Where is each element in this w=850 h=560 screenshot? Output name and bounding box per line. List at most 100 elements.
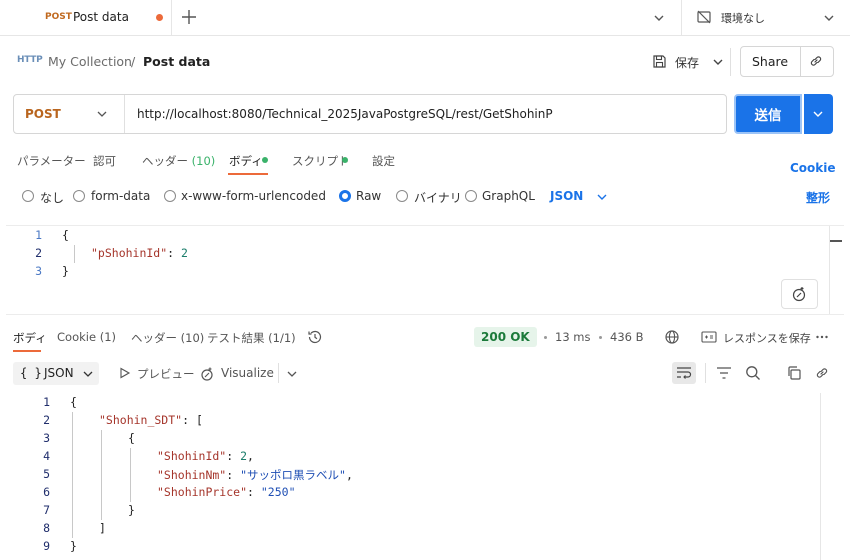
save-icon[interactable] bbox=[652, 54, 667, 69]
send-chevron-down-icon[interactable] bbox=[812, 108, 824, 120]
send-button[interactable]: 送信 bbox=[734, 94, 802, 134]
json-string: "250" bbox=[260, 485, 296, 499]
tab-settings[interactable]: 設定 bbox=[372, 153, 395, 169]
play-icon[interactable] bbox=[119, 367, 131, 379]
tab-headers-label: ヘッダー bbox=[142, 154, 188, 168]
code-line: "Shohin_SDT": [ bbox=[99, 413, 203, 427]
json-string: "サッポロ黒ラベル" bbox=[240, 468, 346, 482]
method-chevron-down-icon[interactable] bbox=[96, 108, 108, 120]
indent-guide bbox=[72, 412, 73, 538]
indent-guide bbox=[130, 448, 131, 502]
line-number: 3 bbox=[35, 264, 42, 278]
radio-none-label: なし bbox=[40, 191, 65, 205]
link-icon[interactable] bbox=[814, 365, 830, 381]
search-icon[interactable] bbox=[745, 365, 761, 381]
save-button[interactable]: 保存 bbox=[675, 54, 699, 71]
radio-none[interactable] bbox=[22, 190, 34, 202]
tab-scripts[interactable]: スクリプト bbox=[292, 153, 350, 169]
breadcrumb-collection-link[interactable]: My Collection bbox=[48, 54, 132, 69]
radio-binary-label: バイナリ bbox=[414, 191, 462, 205]
filter-icon[interactable] bbox=[716, 366, 732, 380]
json-key: "Shohin_SDT" bbox=[99, 413, 183, 427]
indent-guide bbox=[101, 430, 102, 520]
divider bbox=[124, 95, 125, 133]
beautify-link[interactable]: 整形 bbox=[806, 189, 830, 206]
radio-urlencoded[interactable] bbox=[164, 190, 176, 202]
format-chevron-down-icon[interactable] bbox=[596, 191, 608, 203]
tab-overflow-chevron-icon[interactable] bbox=[652, 11, 666, 25]
response-time[interactable]: 13 ms bbox=[555, 330, 590, 344]
separator-dot bbox=[599, 336, 602, 339]
response-size[interactable]: 436 B bbox=[610, 330, 644, 344]
visualize-icon[interactable] bbox=[199, 366, 215, 382]
code-token: : [ bbox=[182, 413, 203, 427]
line-number: 2 bbox=[43, 413, 50, 427]
copy-icon[interactable] bbox=[786, 365, 802, 381]
environment-chevron-down-icon[interactable] bbox=[822, 11, 836, 25]
response-tab-body[interactable]: ボディ bbox=[13, 330, 47, 346]
response-tab-cookies-count: (1) bbox=[99, 330, 116, 344]
line-number: 5 bbox=[43, 467, 50, 481]
json-key: "ShohinNm" bbox=[157, 468, 227, 482]
magic-sparkle-icon bbox=[790, 285, 808, 303]
breadcrumb-separator: / bbox=[131, 54, 136, 69]
more-options-icon[interactable] bbox=[815, 330, 829, 344]
scripts-indicator-dot-icon bbox=[342, 157, 348, 163]
tab-authorization[interactable]: 認可 bbox=[93, 153, 116, 169]
response-tab-tests[interactable]: テスト結果 (1/1) bbox=[207, 330, 296, 346]
tab-headers[interactable]: ヘッダー (10) bbox=[142, 153, 215, 169]
raw-format-select[interactable]: JSON bbox=[550, 189, 583, 203]
save-response-button[interactable]: レスポンスを保存 bbox=[723, 330, 811, 346]
tab-body[interactable]: ボディ bbox=[229, 153, 263, 169]
code-token: , bbox=[247, 449, 254, 463]
response-format-label: JSON bbox=[44, 366, 74, 380]
response-tab-cookies[interactable]: Cookie (1) bbox=[57, 330, 116, 344]
preview-button[interactable]: プレビュー bbox=[137, 366, 195, 382]
code-line: "pShohinId": 2 bbox=[91, 246, 188, 260]
status-badge[interactable]: 200 OK bbox=[474, 327, 537, 347]
line-number: 1 bbox=[43, 395, 50, 409]
radio-form-data[interactable] bbox=[73, 190, 85, 202]
environment-selector[interactable]: 環境なし bbox=[721, 10, 765, 26]
response-tab-headers-label: ヘッダー bbox=[131, 331, 177, 345]
cookies-link[interactable]: Cookie bbox=[790, 161, 836, 175]
line-number: 2 bbox=[35, 246, 42, 260]
visualize-chevron-down-icon[interactable] bbox=[286, 368, 298, 380]
tab-method-label: POST bbox=[45, 12, 72, 22]
response-tab-cookies-label: Cookie bbox=[57, 330, 97, 344]
code-token: } bbox=[70, 539, 77, 553]
history-icon[interactable] bbox=[307, 329, 323, 345]
radio-urlencoded-label: x-www-form-urlencoded bbox=[181, 189, 326, 203]
code-line: "ShohinNm": "サッポロ黒ラベル", bbox=[157, 467, 353, 483]
format-chevron-down-icon[interactable] bbox=[82, 368, 94, 380]
breadcrumb-current-request[interactable]: Post data bbox=[143, 54, 210, 69]
radio-form-data-label: form-data bbox=[91, 189, 151, 203]
save-response-icon[interactable] bbox=[701, 330, 717, 344]
share-button[interactable]: Share bbox=[752, 54, 788, 69]
divider bbox=[278, 363, 279, 383]
new-tab-plus-icon[interactable] bbox=[180, 8, 198, 26]
url-input[interactable]: http://localhost:8080/Technical_2025Java… bbox=[137, 107, 553, 121]
json-key: "ShohinPrice" bbox=[157, 485, 248, 499]
response-tab-headers[interactable]: ヘッダー (10) bbox=[131, 330, 204, 346]
tab-params[interactable]: パラメーター bbox=[17, 153, 86, 169]
editor-scroll-thumb[interactable] bbox=[830, 240, 842, 242]
http-method-select[interactable]: POST bbox=[25, 107, 61, 121]
request-body-editor[interactable] bbox=[6, 225, 844, 315]
radio-raw[interactable] bbox=[339, 190, 351, 202]
save-options-chevron-down-icon[interactable] bbox=[711, 55, 725, 69]
indent-guide bbox=[74, 245, 75, 263]
json-number: 2 bbox=[181, 246, 188, 260]
line-number: 9 bbox=[43, 539, 50, 553]
globe-icon[interactable] bbox=[664, 329, 680, 345]
visualize-button[interactable]: Visualize bbox=[221, 366, 274, 380]
copy-link-icon[interactable] bbox=[808, 53, 824, 69]
radio-binary[interactable] bbox=[396, 190, 408, 202]
code-token: } bbox=[128, 503, 135, 517]
active-tab-underline bbox=[228, 173, 268, 175]
radio-graphql[interactable] bbox=[465, 190, 477, 202]
response-scrollbar[interactable] bbox=[820, 393, 821, 560]
json-key: "ShohinId" bbox=[157, 449, 227, 463]
divider bbox=[730, 48, 731, 76]
response-tab-headers-count: (10) bbox=[180, 331, 205, 345]
